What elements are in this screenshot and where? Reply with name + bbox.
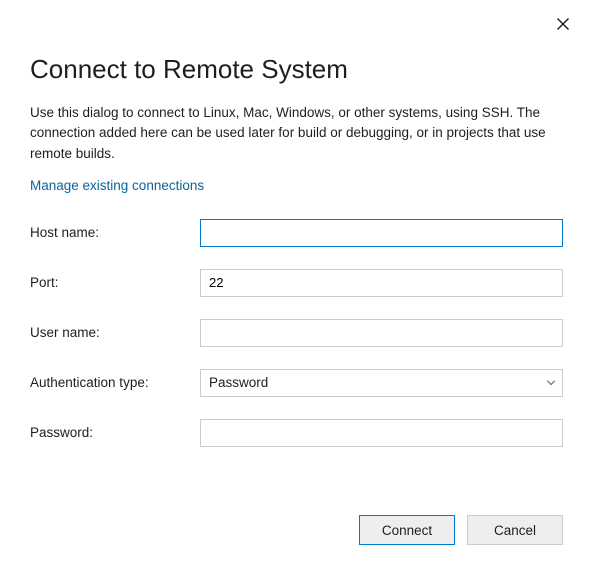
dialog-description: Use this dialog to connect to Linux, Mac… [30,103,563,164]
host-name-label: Host name: [30,225,200,240]
user-name-label: User name: [30,325,200,340]
user-name-input[interactable] [200,319,563,347]
dialog-title: Connect to Remote System [30,54,563,85]
cancel-button[interactable]: Cancel [467,515,563,545]
auth-type-label: Authentication type: [30,375,200,390]
host-name-input[interactable] [200,219,563,247]
close-button[interactable] [553,14,573,34]
port-input[interactable] [200,269,563,297]
auth-type-value: Password [209,375,268,390]
connect-button[interactable]: Connect [359,515,455,545]
auth-type-select[interactable]: Password [200,369,563,397]
connection-form: Host name: Port: User name: Authenticati… [30,219,563,447]
password-row: Password: [30,419,563,447]
close-icon [557,18,569,30]
password-input[interactable] [200,419,563,447]
user-name-row: User name: [30,319,563,347]
auth-type-row: Authentication type: Password [30,369,563,397]
password-label: Password: [30,425,200,440]
connect-remote-dialog: Connect to Remote System Use this dialog… [0,0,593,575]
auth-type-select-wrap: Password [200,369,563,397]
dialog-button-row: Connect Cancel [359,515,563,545]
manage-connections-link[interactable]: Manage existing connections [30,178,204,193]
port-row: Port: [30,269,563,297]
port-label: Port: [30,275,200,290]
host-name-row: Host name: [30,219,563,247]
